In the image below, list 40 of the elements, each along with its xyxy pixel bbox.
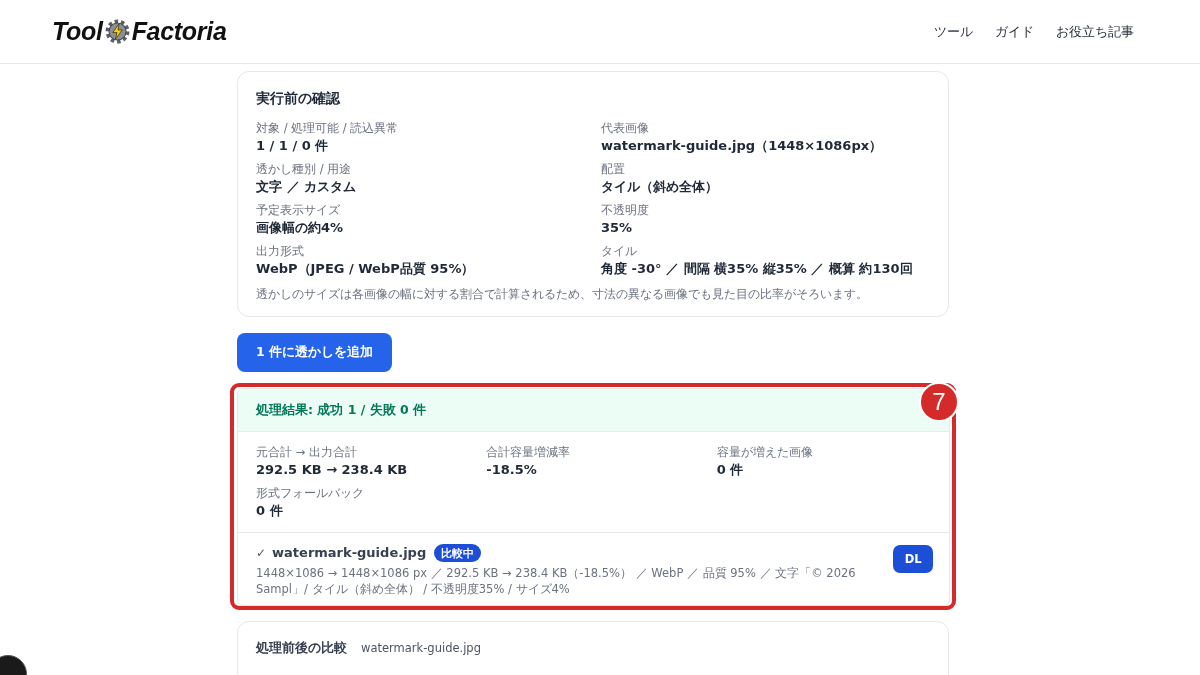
- stat-value: 292.5 KB → 238.4 KB: [256, 461, 409, 479]
- logo-link[interactable]: Tool Factoria: [52, 17, 227, 46]
- field-label: 代表画像: [601, 120, 650, 136]
- gear-icon: [104, 19, 130, 44]
- note-text: 透かしのサイズは各画像の幅に対する割合で計算されるため、寸法の異なる画像でも見た目の比率がそろいます。: [256, 286, 869, 302]
- field-value: 35%: [601, 219, 634, 237]
- stat-label: 形式フォールバック: [256, 485, 365, 501]
- field-label: 予定表示サイズ: [256, 202, 341, 218]
- file-details: 1448×1086 → 1448×1086 px ／ 292.5 KB → 238.4 KB（-18.5%） ／ WebP ／ 品質 95% ／ 文字「© 2026 Sampl」/ タイル（斜め全体） / 不透明度35% / サイズ4%: [256, 565, 857, 597]
- field-value: 文字 ／ カスタム: [256, 178, 358, 196]
- field-value: watermark-guide.jpg（1448×1086px）: [601, 137, 884, 155]
- check-mark: ✓: [256, 545, 267, 562]
- download-button[interactable]: DL: [893, 545, 933, 573]
- add-watermark-button[interactable]: 1 件に透かしを追加: [237, 333, 393, 372]
- stat-label: 元合計 → 出力合計: [256, 444, 358, 460]
- card-title: 実行前の確認: [256, 89, 341, 108]
- field-value: 角度 -30° ／ 間隔 横35% 縦35% ／ 概算 約130回: [601, 260, 914, 278]
- field-label: 透かし種別 / 用途: [256, 161, 353, 177]
- stat-value: 0 件: [256, 502, 284, 520]
- nav-link[interactable]: お役立ち記事: [1056, 22, 1134, 41]
- field-label: 不透明度: [601, 202, 650, 218]
- field-label: タイル: [601, 243, 638, 259]
- field-value: タイル（斜め全体）: [601, 178, 719, 196]
- status-badge: 比較中: [434, 544, 482, 562]
- field-label: 対象 / 処理可能 / 読込異常: [256, 120, 400, 136]
- field-label: 配置: [601, 161, 626, 177]
- stat-label: 容量が増えた画像: [716, 444, 814, 460]
- field-value: WebP（JPEG / WebP品質 95%）: [256, 260, 476, 278]
- field-label: 出力形式: [256, 243, 305, 259]
- stat-value: 0 件: [716, 461, 745, 479]
- stat-value: -18.5%: [486, 461, 538, 479]
- nav-link[interactable]: ツール: [934, 22, 973, 41]
- card-title: 処理前後の比較: [256, 639, 347, 657]
- nav-link[interactable]: ガイド: [995, 22, 1034, 41]
- annotation-badge: 7: [919, 382, 959, 422]
- file-name: watermark-guide.jpg: [272, 544, 427, 562]
- stat-label: 合計容量増減率: [486, 444, 572, 460]
- field-value: 1 / 1 / 0 件: [256, 137, 330, 155]
- file-name: watermark-guide.jpg: [361, 641, 481, 655]
- field-value: 画像幅の約4%: [256, 219, 345, 237]
